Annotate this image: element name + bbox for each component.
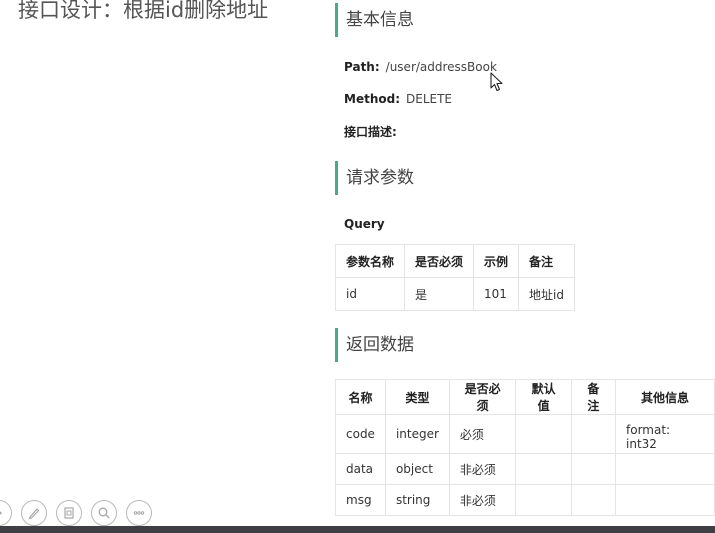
table-cell: 非必须: [448, 453, 517, 485]
table-header-row: 参数名称 是否必须 示例 备注: [334, 244, 575, 278]
presentation-toolbar: [0, 500, 152, 526]
method-value: DELETE: [406, 92, 453, 106]
path-row: Path: /user/addressBook: [344, 60, 497, 74]
response-data-table: 名称 类型 是否必须 默认值 备注 其他信息 code integer 必须 f…: [335, 379, 715, 516]
column-header: 类型: [384, 379, 450, 415]
column-header: 参数名称: [334, 244, 406, 278]
description-label: 接口描述:: [344, 125, 397, 139]
request-params-heading: 请求参数: [335, 161, 414, 195]
table-row: code integer 必须 format: int32: [335, 414, 715, 454]
table-cell: data: [335, 453, 386, 485]
column-header: 备注: [570, 379, 617, 415]
response-data-heading: 返回数据: [335, 328, 414, 362]
pen-icon[interactable]: [21, 500, 47, 526]
table-cell: 是: [404, 277, 475, 311]
query-label: Query: [344, 217, 385, 231]
method-row: Method: DELETE: [344, 92, 452, 106]
table-cell: [515, 484, 572, 516]
table-row: msg string 非必须: [335, 484, 715, 516]
column-header: 示例: [473, 244, 520, 278]
bottom-bar: [0, 526, 715, 533]
table-cell: [570, 453, 617, 485]
slide-title: 接口设计：根据id删除地址: [18, 0, 269, 22]
slides-icon[interactable]: [56, 500, 82, 526]
table-cell: [515, 453, 572, 485]
zoom-icon[interactable]: [91, 500, 117, 526]
table-cell: 必须: [448, 414, 517, 454]
column-header: 默认值: [515, 379, 572, 415]
table-row: data object 非必须: [335, 453, 715, 485]
table-cell: 地址id: [518, 277, 575, 311]
path-label: Path:: [344, 60, 380, 74]
table-cell: format: int32: [615, 414, 715, 454]
column-header: 备注: [518, 244, 575, 278]
table-cell: [515, 414, 572, 454]
table-cell: integer: [384, 414, 450, 454]
mouse-cursor-icon: [490, 72, 504, 96]
path-value: /user/addressBook: [385, 60, 497, 74]
next-arrow-icon[interactable]: [0, 500, 12, 526]
column-header: 其他信息: [615, 379, 715, 415]
more-icon[interactable]: [126, 500, 152, 526]
table-cell: id: [334, 277, 406, 311]
table-cell: string: [384, 484, 450, 516]
table-cell: [615, 453, 715, 485]
request-params-table: 参数名称 是否必须 示例 备注 id 是 101 地址id: [334, 244, 575, 311]
description-row: 接口描述:: [344, 123, 397, 140]
method-label: Method:: [344, 92, 400, 106]
table-cell: [615, 484, 715, 516]
column-header: 名称: [335, 379, 386, 415]
table-cell: 非必须: [448, 484, 517, 516]
column-header: 是否必须: [404, 244, 475, 278]
basic-info-heading: 基本信息: [335, 3, 414, 37]
table-cell: 101: [473, 277, 520, 311]
table-cell: [570, 414, 617, 454]
table-cell: msg: [335, 484, 386, 516]
table-cell: code: [335, 414, 386, 454]
table-row: id 是 101 地址id: [334, 277, 575, 311]
table-cell: [570, 484, 617, 516]
column-header: 是否必须: [448, 379, 517, 415]
table-cell: object: [384, 453, 450, 485]
table-header-row: 名称 类型 是否必须 默认值 备注 其他信息: [335, 379, 715, 415]
